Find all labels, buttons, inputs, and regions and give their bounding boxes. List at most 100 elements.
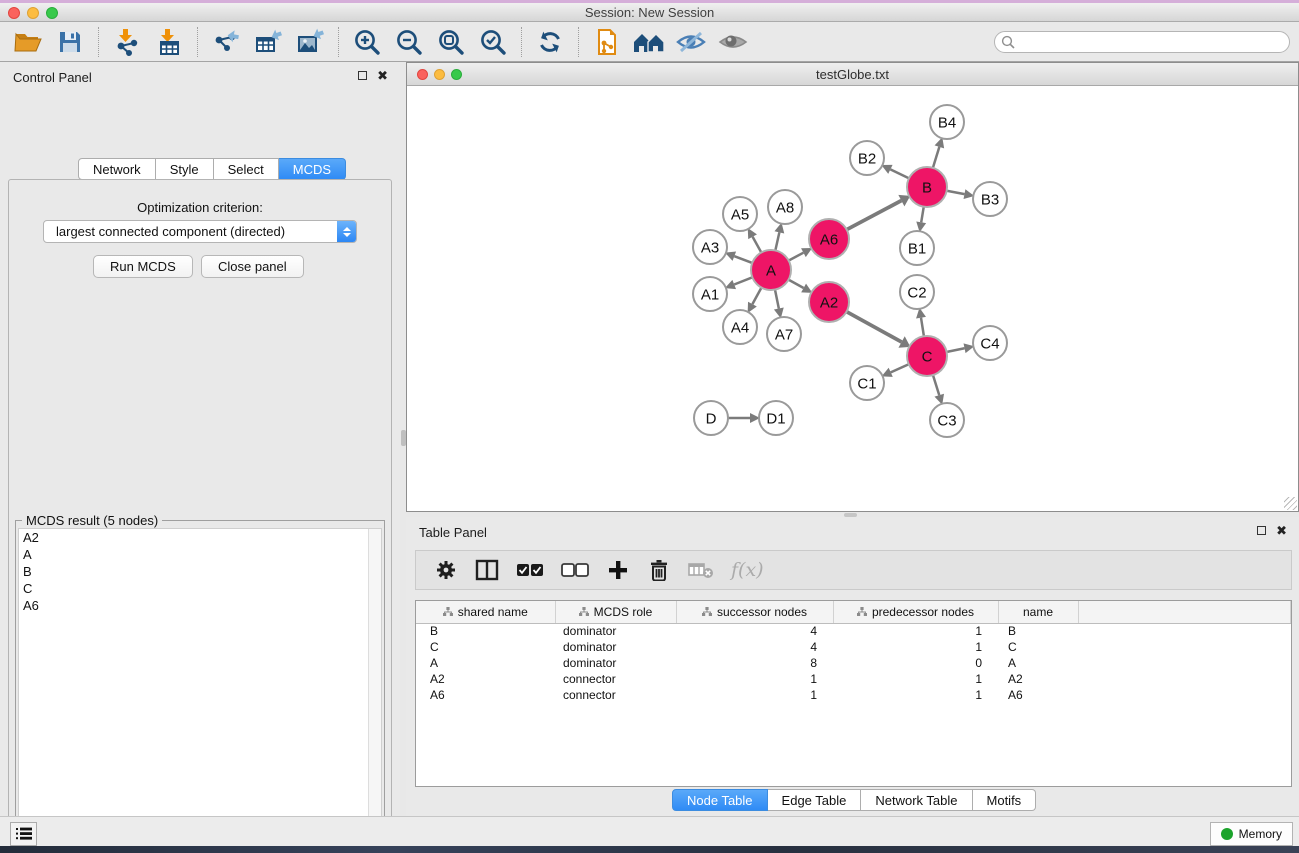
tab-mcds[interactable]: MCDS (279, 158, 346, 180)
tab-edge-table[interactable]: Edge Table (768, 789, 862, 811)
column-header[interactable]: shared name (416, 601, 555, 623)
deselect-all-button[interactable] (561, 556, 589, 584)
table-cell[interactable]: dominator (555, 623, 676, 639)
graph-node-C[interactable]: C (907, 336, 947, 376)
save-session-button[interactable] (52, 26, 88, 58)
duplicate-network-button[interactable] (589, 26, 625, 58)
table-cell[interactable]: 1 (833, 639, 998, 655)
list-item[interactable]: B (19, 563, 381, 580)
float-panel-icon[interactable] (1257, 526, 1266, 535)
tab-select[interactable]: Select (214, 158, 279, 180)
zoom-selected-button[interactable] (475, 26, 511, 58)
tab-node-table[interactable]: Node Table (672, 789, 768, 811)
welcome-screen-button[interactable] (631, 26, 667, 58)
close-panel-icon[interactable]: ✖ (1276, 526, 1287, 535)
graph-node-A1[interactable]: A1 (693, 277, 727, 311)
list-item[interactable]: A6 (19, 597, 381, 614)
tab-style[interactable]: Style (156, 158, 214, 180)
refresh-button[interactable] (532, 26, 568, 58)
close-panel-icon[interactable]: ✖ (377, 71, 388, 80)
delete-row-button[interactable] (647, 556, 671, 584)
table-cell[interactable]: 1 (676, 671, 833, 687)
table-cell[interactable]: A (998, 655, 1078, 671)
select-all-button[interactable] (516, 556, 544, 584)
table-cell[interactable]: 1 (833, 671, 998, 687)
graph-node-D1[interactable]: D1 (759, 401, 793, 435)
graph-node-A6[interactable]: A6 (809, 219, 849, 259)
optimization-criterion-select[interactable]: largest connected component (directed) (43, 220, 357, 243)
table-cell[interactable]: A2 (998, 671, 1078, 687)
import-network-button[interactable] (109, 26, 145, 58)
list-item[interactable]: A2 (19, 529, 381, 546)
add-row-button[interactable] (606, 556, 630, 584)
table-settings-button[interactable] (434, 556, 458, 584)
graph-node-A2[interactable]: A2 (809, 282, 849, 322)
show-graphics-details-button[interactable] (715, 26, 751, 58)
tab-motifs[interactable]: Motifs (973, 789, 1037, 811)
graph-node-C1[interactable]: C1 (850, 366, 884, 400)
graph-node-A4[interactable]: A4 (723, 310, 757, 344)
table-cell[interactable]: 1 (833, 623, 998, 639)
graph-node-B4[interactable]: B4 (930, 105, 964, 139)
list-scrollbar[interactable] (368, 529, 381, 853)
column-header[interactable]: successor nodes (676, 601, 833, 623)
table-cell[interactable]: C (998, 639, 1078, 655)
show-columns-button[interactable] (475, 556, 499, 584)
column-header[interactable]: MCDS role (555, 601, 676, 623)
table-cell[interactable] (1078, 671, 1291, 687)
table-cell[interactable] (1078, 655, 1291, 671)
splitter-grip[interactable] (844, 513, 857, 517)
table-row[interactable]: Bdominator41B (416, 623, 1291, 639)
table-row[interactable]: Adominator80A (416, 655, 1291, 671)
open-session-button[interactable] (10, 26, 46, 58)
graph-node-C2[interactable]: C2 (900, 275, 934, 309)
table-cell[interactable]: B (998, 623, 1078, 639)
apply-function-button[interactable]: f(x) (731, 556, 764, 584)
column-header[interactable]: name (998, 601, 1078, 623)
search-field[interactable] (994, 31, 1290, 53)
export-image-button[interactable] (292, 26, 328, 58)
table-cell[interactable] (1078, 623, 1291, 639)
table-row[interactable]: A2connector11A2 (416, 671, 1291, 687)
table-cell[interactable]: 0 (833, 655, 998, 671)
hide-graphics-details-button[interactable] (673, 26, 709, 58)
list-item[interactable]: A (19, 546, 381, 563)
table-row[interactable]: A6connector11A6 (416, 687, 1291, 703)
table-cell[interactable]: dominator (555, 639, 676, 655)
graph-node-B2[interactable]: B2 (850, 141, 884, 175)
table-cell[interactable]: A2 (416, 671, 555, 687)
table-row[interactable]: Cdominator41C (416, 639, 1291, 655)
graph-node-B1[interactable]: B1 (900, 231, 934, 265)
table-cell[interactable]: A (416, 655, 555, 671)
splitter-grip[interactable] (401, 430, 406, 446)
table-cell[interactable]: connector (555, 687, 676, 703)
table-cell[interactable]: 4 (676, 623, 833, 639)
memory-button[interactable]: Memory (1210, 822, 1293, 846)
column-header[interactable]: predecessor nodes (833, 601, 998, 623)
graph-node-A5[interactable]: A5 (723, 197, 757, 231)
table-cell[interactable]: 1 (833, 687, 998, 703)
tab-network-table[interactable]: Network Table (861, 789, 972, 811)
run-mcds-button[interactable]: Run MCDS (93, 255, 193, 278)
graph-node-B3[interactable]: B3 (973, 182, 1007, 216)
tab-network[interactable]: Network (78, 158, 156, 180)
graph-node-B[interactable]: B (907, 167, 947, 207)
graph-node-A8[interactable]: A8 (768, 190, 802, 224)
zoom-out-button[interactable] (391, 26, 427, 58)
search-input[interactable] (1016, 33, 1289, 51)
export-network-button[interactable] (208, 26, 244, 58)
table-cell[interactable]: connector (555, 671, 676, 687)
table-cell[interactable]: B (416, 623, 555, 639)
export-table-button[interactable] (250, 26, 286, 58)
table-cell[interactable]: A6 (998, 687, 1078, 703)
table-cell[interactable]: A6 (416, 687, 555, 703)
graph-node-A7[interactable]: A7 (767, 317, 801, 351)
resize-grip-icon[interactable] (1284, 497, 1297, 510)
zoom-fit-button[interactable] (433, 26, 469, 58)
graph-node-D[interactable]: D (694, 401, 728, 435)
table-cell[interactable]: 4 (676, 639, 833, 655)
graph-node-C3[interactable]: C3 (930, 403, 964, 437)
delete-table-button[interactable] (688, 556, 714, 584)
zoom-in-button[interactable] (349, 26, 385, 58)
graph-node-C4[interactable]: C4 (973, 326, 1007, 360)
